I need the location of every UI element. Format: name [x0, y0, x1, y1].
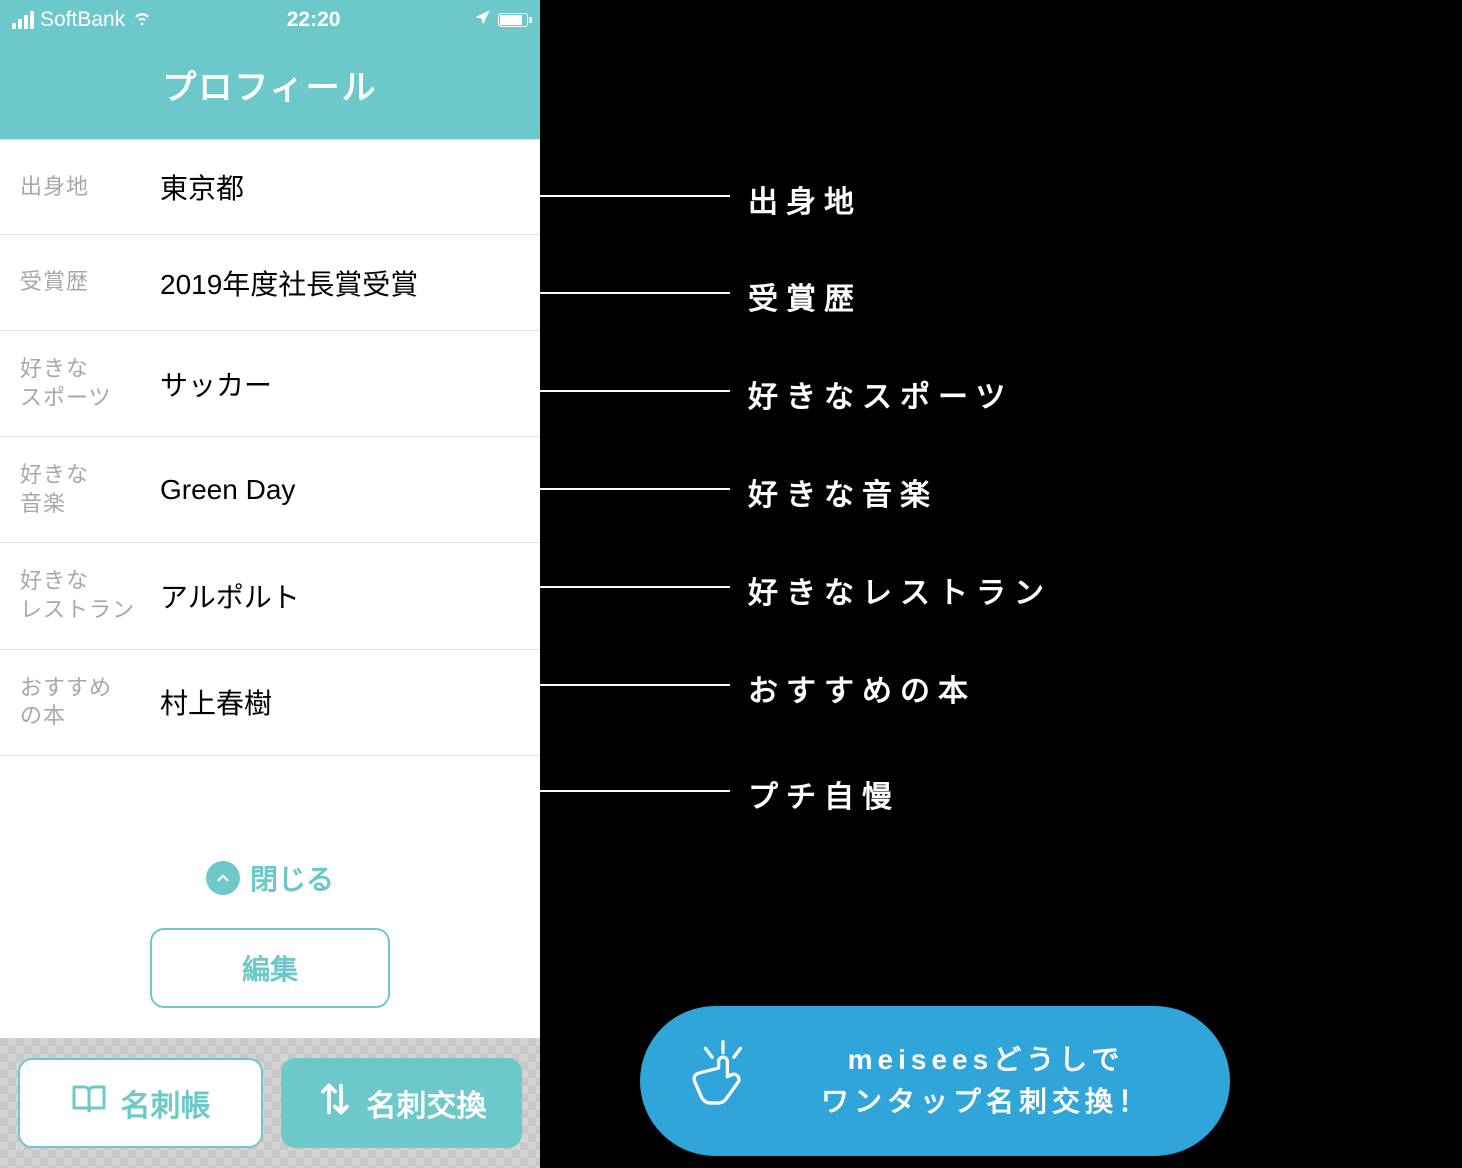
status-bar: SoftBank 22:20: [0, 0, 540, 40]
bottom-bar: 名刺帳 名刺交換: [0, 1038, 540, 1168]
wifi-icon: [131, 6, 153, 34]
annotations-layer: 出身地受賞歴好きなスポーツ好きな音楽好きなレストランおすすめの本プチ自慢: [540, 0, 1462, 1168]
status-right: [474, 8, 528, 32]
profile-row-label: 好きな レストラン: [20, 567, 160, 624]
status-time: 22:20: [153, 8, 474, 32]
book-icon: [71, 1081, 107, 1125]
profile-row-label: 出身地: [20, 173, 160, 202]
callout-label: 出身地: [748, 177, 862, 221]
status-left: SoftBank: [12, 6, 153, 34]
phone-frame: SoftBank 22:20 プロフィール 出身地東京都受賞歴2019年度社長賞…: [0, 0, 540, 1168]
profile-list: 出身地東京都受賞歴2019年度社長賞受賞好きな スポーツサッカー好きな 音楽Gr…: [0, 139, 540, 828]
profile-row-value: アルポルト: [160, 576, 520, 616]
callout-line: [540, 586, 730, 588]
page-title: プロフィール: [0, 40, 540, 139]
card-exchange-label: 名刺交換: [367, 1081, 487, 1125]
profile-row-label: 好きな スポーツ: [20, 355, 160, 412]
profile-row[interactable]: 受賞歴2019年度社長賞受賞: [0, 235, 540, 331]
card-book-button[interactable]: 名刺帳: [18, 1058, 263, 1148]
chevron-up-icon: [206, 861, 240, 895]
profile-row[interactable]: おすすめ の本村上春樹: [0, 650, 540, 756]
callout-line: [540, 195, 730, 197]
edit-button[interactable]: 編集: [150, 928, 390, 1008]
profile-row-label: 受賞歴: [20, 268, 160, 297]
collapse-button[interactable]: 閉じる: [206, 858, 334, 898]
carrier-label: SoftBank: [40, 8, 125, 32]
callout-label: 好きな音楽: [748, 470, 938, 514]
callout-line: [540, 292, 730, 294]
callout-label: 受賞歴: [748, 274, 862, 318]
profile-row-value: 村上春樹: [160, 682, 520, 722]
collapse-row: 閉じる: [0, 828, 540, 918]
profile-row-value: サッカー: [160, 364, 520, 404]
tap-hand-icon: [688, 1039, 758, 1124]
profile-row-value: Green Day: [160, 474, 520, 506]
callout-line: [540, 790, 730, 792]
location-icon: [474, 8, 492, 32]
callout-label: プチ自慢: [748, 772, 900, 816]
callout-label: 好きなレストラン: [748, 568, 1052, 612]
collapse-label: 閉じる: [250, 858, 334, 898]
profile-row-label: おすすめ の本: [20, 674, 160, 731]
card-exchange-button[interactable]: 名刺交換: [281, 1058, 522, 1148]
cellular-signal-icon: [12, 11, 34, 29]
callout-line: [540, 390, 730, 392]
cta-text: meiseesどうしで ワンタップ名刺交換！: [782, 1039, 1190, 1123]
edit-row: 編集: [0, 918, 540, 1038]
swap-icon: [317, 1081, 353, 1125]
callout-line: [540, 684, 730, 686]
callout-line: [540, 488, 730, 490]
profile-row-value: 東京都: [160, 167, 520, 207]
profile-row-label: 好きな 音楽: [20, 461, 160, 518]
profile-row[interactable]: 好きな 音楽Green Day: [0, 437, 540, 543]
cta-line2: ワンタップ名刺交換！: [782, 1081, 1190, 1123]
cta-line1: meiseesどうしで: [782, 1039, 1190, 1081]
profile-row-value: 2019年度社長賞受賞: [160, 263, 520, 303]
cta-pill[interactable]: meiseesどうしで ワンタップ名刺交換！: [640, 1006, 1230, 1156]
callout-label: おすすめの本: [748, 666, 976, 710]
profile-row[interactable]: 出身地東京都: [0, 139, 540, 235]
profile-row[interactable]: 好きな スポーツサッカー: [0, 331, 540, 437]
card-book-label: 名刺帳: [121, 1081, 211, 1125]
battery-icon: [498, 13, 528, 27]
profile-row[interactable]: 好きな レストランアルポルト: [0, 543, 540, 649]
callout-label: 好きなスポーツ: [748, 372, 1013, 416]
